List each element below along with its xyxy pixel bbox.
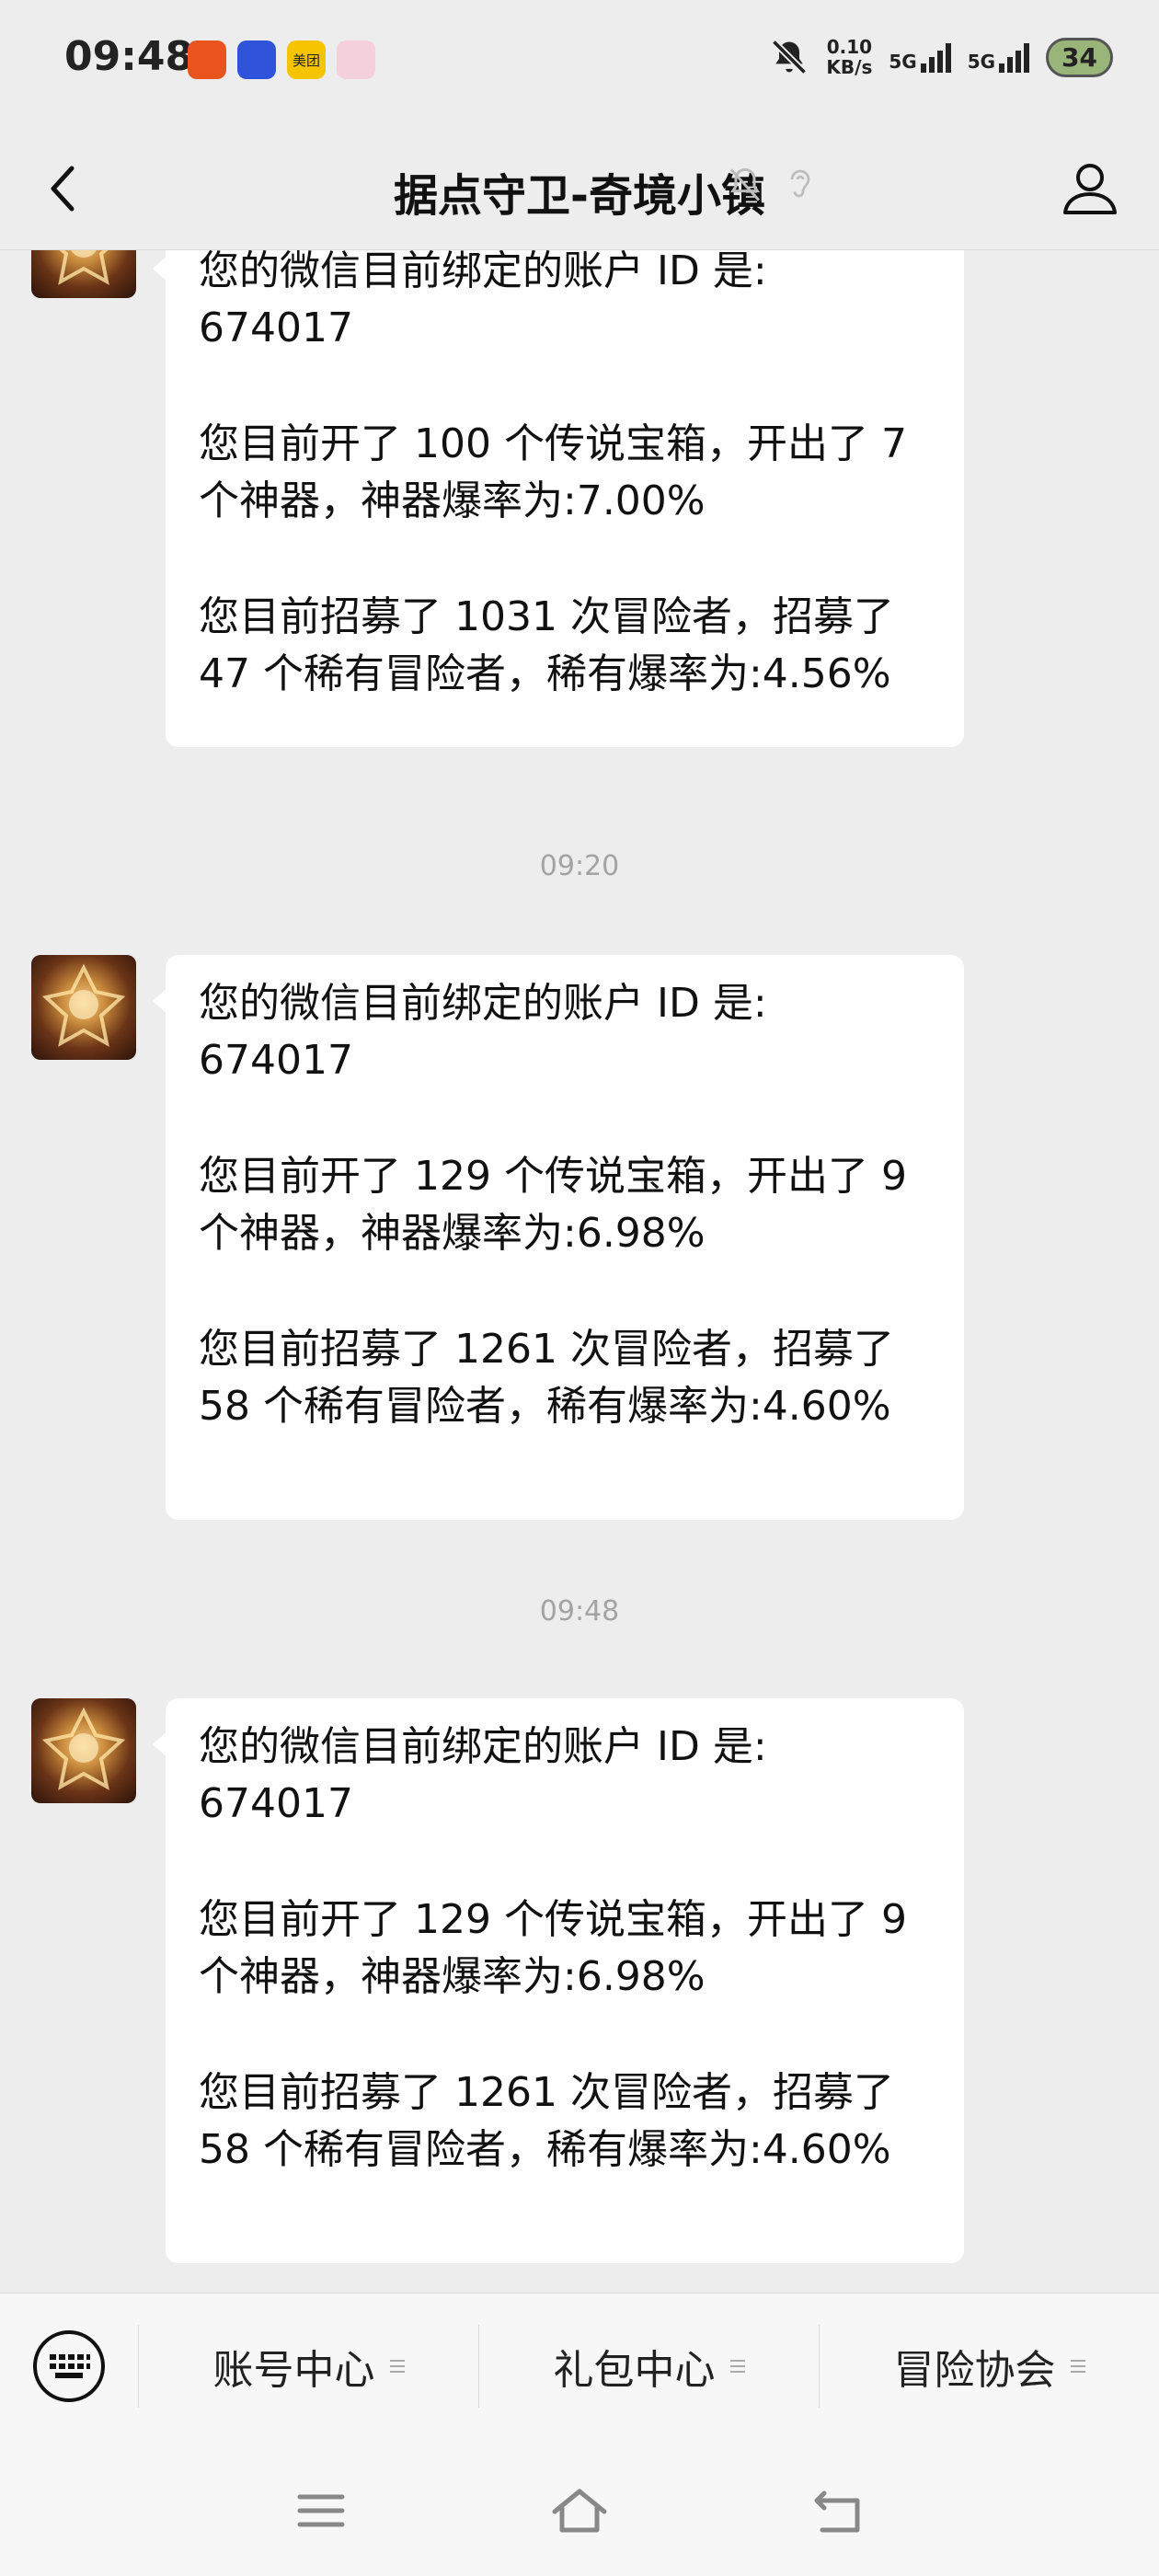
signal-sim-1: 5G xyxy=(889,41,951,73)
message-line: 个神器，神器爆率为:6.98% xyxy=(199,1210,706,1257)
network-speed: 0.10 KB/s xyxy=(826,36,873,78)
message-line: 个神器，神器爆率为:7.00% xyxy=(199,477,706,524)
message-line: 您目前招募了 1261 次冒险者，招募了 xyxy=(199,2069,894,2116)
chat-message-list[interactable]: 您的微信目前绑定的账户 ID 是: 674017 您目前开了 100 个传说宝箱… xyxy=(0,250,1159,2293)
signal-bars-icon xyxy=(999,41,1030,73)
timestamp: 09:48 xyxy=(539,1595,620,1627)
message-bubble[interactable]: 您的微信目前绑定的账户 ID 是: 674017 您目前开了 129 个传说宝箱… xyxy=(153,955,964,1520)
status-right-cluster: 0.10 KB/s 5G 5G 34 xyxy=(769,37,1113,77)
mute-icon xyxy=(729,167,761,201)
menu-icon[interactable] xyxy=(289,2478,353,2543)
app-icon-2 xyxy=(237,40,276,79)
message-line: 674017 xyxy=(199,1037,353,1084)
submenu-icon xyxy=(1070,2356,1085,2376)
battery-indicator: 34 xyxy=(1046,37,1113,77)
message-line: 674017 xyxy=(199,1780,353,1827)
message-line: 您目前开了 129 个传说宝箱，开出了 9 xyxy=(199,1896,907,1943)
ear-icon xyxy=(790,169,810,198)
message-line: 您目前开了 100 个传说宝箱，开出了 7 xyxy=(199,420,907,467)
avatar[interactable] xyxy=(31,955,136,1060)
status-bar: 09:48 美团 0.10 KB/s 5G 5G 34 xyxy=(0,0,1159,124)
message-line: 47 个稀有冒险者，稀有爆率为:4.56% xyxy=(199,650,891,697)
message-line: 您目前开了 129 个传说宝箱，开出了 9 xyxy=(199,1153,907,1200)
guardian-emblem-icon xyxy=(58,250,109,285)
message-line: 个神器，神器爆率为:6.98% xyxy=(199,1953,706,2000)
submenu-icon xyxy=(729,2356,745,2376)
profile-icon[interactable] xyxy=(1060,157,1120,218)
app-icon-1 xyxy=(188,40,226,79)
keyboard-toggle-icon[interactable] xyxy=(31,2329,107,2404)
message-line: 58 个稀有冒险者，稀有爆率为:4.60% xyxy=(199,2126,891,2173)
status-time: 09:48 xyxy=(64,33,194,80)
back-nav-icon[interactable] xyxy=(806,2478,870,2543)
page-title: 据点守卫-奇境小镇 xyxy=(394,170,765,222)
message-bubble[interactable]: 您的微信目前绑定的账户 ID 是: 674017 您目前开了 100 个传说宝箱… xyxy=(153,250,964,747)
signal-sim-2: 5G xyxy=(968,41,1030,73)
bell-muted-icon xyxy=(772,39,808,75)
app-icon-meituan: 美团 xyxy=(287,40,326,79)
message-line: 您的微信目前绑定的账户 ID 是: xyxy=(199,250,767,294)
timestamp: 09:20 xyxy=(539,850,620,882)
avatar[interactable] xyxy=(31,1698,136,1803)
menu-item-account-center[interactable]: 账号中心 xyxy=(139,2294,478,2439)
message-line: 您的微信目前绑定的账户 ID 是: xyxy=(199,980,767,1027)
app-icon-4 xyxy=(337,40,375,79)
message-line: 您的微信目前绑定的账户 ID 是: xyxy=(199,1723,767,1770)
signal-bars-icon xyxy=(920,41,951,73)
chat-header: 据点守卫-奇境小镇 xyxy=(0,124,1159,250)
message-line: 58 个稀有冒险者，稀有爆率为:4.60% xyxy=(199,1383,891,1430)
message-line: 您目前招募了 1031 次冒险者，招募了 xyxy=(199,593,894,640)
menu-item-adventure-guild[interactable]: 冒险协会 xyxy=(820,2294,1159,2439)
notification-app-icons: 美团 xyxy=(188,40,375,79)
guardian-emblem-icon xyxy=(41,1707,126,1790)
home-icon[interactable] xyxy=(547,2478,612,2543)
menu-item-gift-center[interactable]: 礼包中心 xyxy=(479,2294,819,2439)
submenu-icon xyxy=(389,2356,405,2376)
title-status-icons xyxy=(727,165,817,205)
avatar[interactable] xyxy=(31,250,136,298)
message-line: 您目前招募了 1261 次冒险者，招募了 xyxy=(199,1326,894,1373)
message-line: 674017 xyxy=(199,305,353,351)
message-bubble[interactable]: 您的微信目前绑定的账户 ID 是: 674017 您目前开了 129 个传说宝箱… xyxy=(153,1698,964,2263)
system-navigation-bar xyxy=(0,2438,1159,2576)
official-account-menu: 账号中心 礼包中心 冒险协会 xyxy=(0,2293,1159,2439)
guardian-emblem-icon xyxy=(41,963,126,1047)
